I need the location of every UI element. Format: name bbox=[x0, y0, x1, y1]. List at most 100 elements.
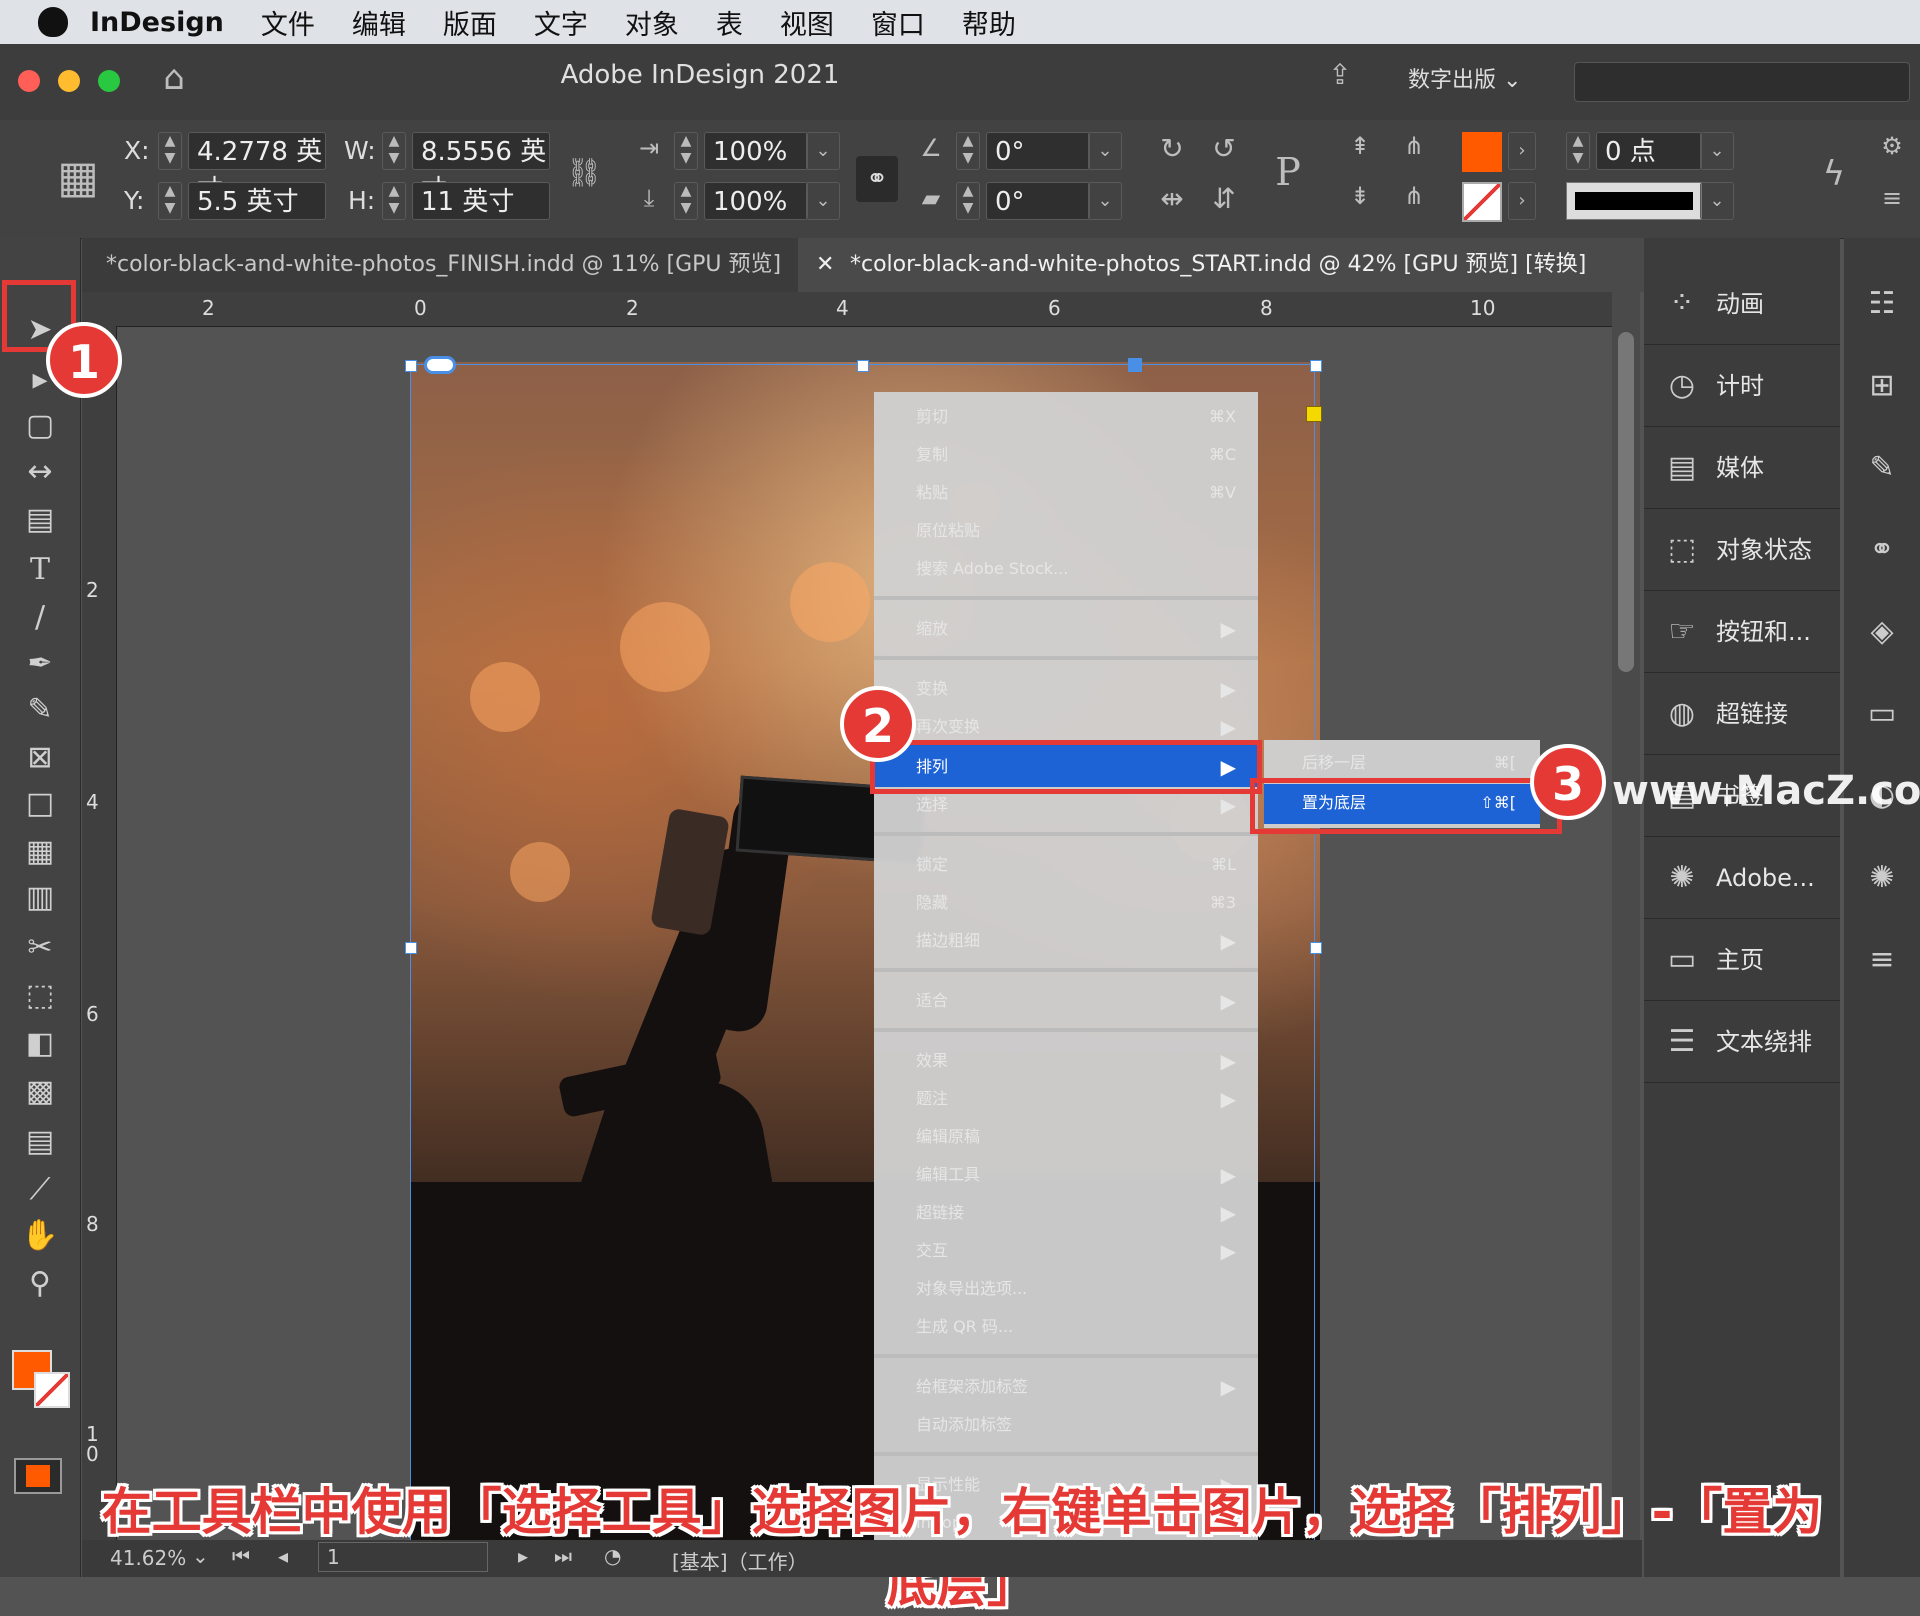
close-tab-icon[interactable]: ✕ bbox=[816, 238, 834, 292]
menu-window[interactable]: 窗口 bbox=[871, 3, 925, 42]
panel-hyperlinks[interactable]: ◍ 超链接 bbox=[1644, 674, 1840, 755]
menu-table[interactable]: 表 bbox=[716, 3, 743, 42]
link-scale-icon[interactable]: ⚭ bbox=[856, 156, 898, 202]
note-tool-icon[interactable]: ▤ bbox=[18, 1122, 62, 1162]
select-next-icon[interactable]: ⋔ bbox=[1394, 182, 1434, 210]
scale-y-field[interactable]: 100% bbox=[704, 182, 808, 220]
eyedropper-tool-icon[interactable]: ⟋ bbox=[18, 1170, 62, 1210]
menu-item-transform[interactable]: 变换 ▶ bbox=[916, 670, 1236, 708]
search-input[interactable] bbox=[1574, 62, 1910, 102]
resize-handle[interactable] bbox=[1310, 942, 1322, 954]
menu-type[interactable]: 文字 bbox=[534, 3, 588, 42]
stroke-type-dropdown[interactable]: ⌄ bbox=[1700, 182, 1734, 220]
live-corner-handle[interactable] bbox=[1306, 406, 1322, 422]
menu-layout[interactable]: 版面 bbox=[443, 3, 497, 42]
previous-page-icon[interactable]: ◂ bbox=[278, 1544, 288, 1568]
scale-y-stepper[interactable]: ▲ ▼ bbox=[674, 182, 698, 220]
hand-tool-icon[interactable]: ✋ bbox=[18, 1216, 62, 1256]
menu-item-object-export-options[interactable]: 对象导出选项... bbox=[916, 1270, 1236, 1308]
preflight-profile[interactable]: [基本]（工作） bbox=[672, 1546, 808, 1575]
menu-item-edit-original[interactable]: 编辑原稿 bbox=[916, 1118, 1236, 1156]
menu-item-fitting[interactable]: 适合 ▶ bbox=[916, 982, 1236, 1020]
panel-timing[interactable]: ◷ 计时 bbox=[1644, 346, 1840, 427]
menu-help[interactable]: 帮助 bbox=[962, 3, 1016, 42]
gap-tool-icon[interactable]: ↔ bbox=[18, 452, 62, 492]
workspace-switcher[interactable]: 数字出版 ⌄ bbox=[1408, 62, 1521, 94]
shear-dropdown[interactable]: ⌄ bbox=[1088, 182, 1122, 220]
resize-handle[interactable] bbox=[1310, 360, 1322, 372]
page-number-field[interactable]: 1 bbox=[318, 1542, 488, 1572]
select-container-icon[interactable]: ⇞ bbox=[1340, 132, 1380, 160]
links-icon[interactable]: ⚭ bbox=[1862, 530, 1902, 570]
free-transform-tool-icon[interactable]: ⬚ bbox=[18, 976, 62, 1016]
gradient-swatch-tool-icon[interactable]: ◧ bbox=[18, 1024, 62, 1064]
stroke-icon[interactable]: ≡ bbox=[1862, 940, 1902, 980]
menu-item-paste-in-place[interactable]: 原位粘贴 bbox=[916, 512, 1236, 550]
fill-swatch[interactable] bbox=[1462, 132, 1502, 172]
pencil-tool-icon[interactable]: ✎ bbox=[18, 690, 62, 730]
stroke-weight-field[interactable]: 0 点 bbox=[1596, 132, 1702, 170]
type-tool-icon[interactable]: T bbox=[18, 550, 62, 590]
panel-media[interactable]: ▤ 媒体 bbox=[1644, 428, 1840, 509]
constrain-proportions-icon[interactable]: ⛓ bbox=[566, 156, 602, 189]
reference-point-icon[interactable]: ▦ bbox=[50, 150, 106, 206]
fill-dropdown-icon[interactable]: › bbox=[1508, 132, 1536, 170]
shear-stepper[interactable]: ▲ ▼ bbox=[956, 182, 980, 220]
menu-file[interactable]: 文件 bbox=[261, 3, 315, 42]
panel-adobe-color[interactable]: ✺ Adobe... bbox=[1644, 838, 1840, 919]
pen-tool-icon[interactable]: ✒ bbox=[18, 644, 62, 684]
swatches-icon[interactable]: ✺ bbox=[1862, 858, 1902, 898]
stroke-weight-dropdown[interactable]: ⌄ bbox=[1700, 132, 1734, 170]
resize-handle[interactable] bbox=[405, 942, 417, 954]
select-content-icon[interactable]: ⇟ bbox=[1340, 182, 1380, 210]
panel-buttons-forms[interactable]: ☞ 按钮和... bbox=[1644, 592, 1840, 673]
menu-item-tag-frame[interactable]: 给框架添加标签 ▶ bbox=[916, 1368, 1236, 1406]
menu-item-cut[interactable]: 剪切 ⌘X bbox=[916, 398, 1236, 436]
y-stepper[interactable]: ▲ ▼ bbox=[158, 182, 182, 220]
menu-view[interactable]: 视图 bbox=[780, 3, 834, 42]
zoom-dropdown-icon[interactable]: ⌄ bbox=[192, 1544, 209, 1568]
menu-item-paste[interactable]: 粘贴 ⌘V bbox=[916, 474, 1236, 512]
content-grabber[interactable] bbox=[1128, 358, 1142, 372]
stroke-type-select[interactable] bbox=[1566, 182, 1702, 220]
x-stepper[interactable]: ▲ ▼ bbox=[158, 132, 182, 170]
link-badge-icon[interactable] bbox=[424, 356, 456, 374]
select-previous-icon[interactable]: ⋔ bbox=[1394, 132, 1434, 160]
page-tool-icon[interactable]: ▢ bbox=[18, 406, 62, 446]
w-field[interactable]: 8.5556 英寸 bbox=[412, 132, 550, 205]
menu-item-captions[interactable]: 题注 ▶ bbox=[916, 1080, 1236, 1118]
cc-libraries-icon[interactable]: ⊞ bbox=[1862, 366, 1902, 406]
table-tool-icon[interactable]: ▦ bbox=[18, 832, 62, 872]
flip-horizontal-icon[interactable]: ⇹ bbox=[1152, 182, 1192, 215]
panel-menu-icon[interactable]: ≡ bbox=[1872, 184, 1912, 212]
next-page-icon[interactable]: ▸ bbox=[518, 1544, 528, 1568]
x-field[interactable]: 4.2778 英寸 bbox=[188, 132, 326, 205]
zoom-level[interactable]: 41.62% bbox=[110, 1546, 186, 1570]
quick-apply-icon[interactable]: ϟ bbox=[1814, 154, 1854, 194]
preflight-icon[interactable]: ◔ bbox=[604, 1544, 621, 1568]
first-page-icon[interactable]: ⏮ bbox=[232, 1544, 250, 1568]
panel-object-states[interactable]: ⬚ 对象状态 bbox=[1644, 510, 1840, 591]
gradient-icon[interactable]: ▭ bbox=[1862, 694, 1902, 734]
menu-item-interactive[interactable]: 交互 ▶ bbox=[916, 1232, 1236, 1270]
resize-handle[interactable] bbox=[405, 360, 417, 372]
properties-icon[interactable]: ☷ bbox=[1862, 284, 1902, 324]
menu-item-hide[interactable]: 隐藏 ⌘3 bbox=[916, 884, 1236, 922]
last-page-icon[interactable]: ⏭ bbox=[554, 1544, 572, 1568]
menu-item-effects[interactable]: 效果 ▶ bbox=[916, 1042, 1236, 1080]
panel-text-wrap[interactable]: ☰ 文本绕排 bbox=[1644, 1002, 1840, 1083]
stroke-swatch[interactable] bbox=[1462, 182, 1502, 222]
menu-item-edit-with[interactable]: 编辑工具 ▶ bbox=[916, 1156, 1236, 1194]
panel-animation[interactable]: ⁘ 动画 bbox=[1644, 264, 1840, 345]
h-field[interactable]: 11 英寸 bbox=[412, 182, 550, 220]
rotate-stepper[interactable]: ▲ ▼ bbox=[956, 132, 980, 170]
scissors-tool-icon[interactable]: ✂ bbox=[18, 928, 62, 968]
panel-pages[interactable]: ▭ 主页 bbox=[1644, 920, 1840, 1001]
scale-y-dropdown[interactable]: ⌄ bbox=[806, 182, 840, 220]
grid-tool-icon[interactable]: ▥ bbox=[18, 878, 62, 918]
edit-icon[interactable]: ✎ bbox=[1862, 448, 1902, 488]
scale-x-dropdown[interactable]: ⌄ bbox=[806, 132, 840, 170]
gear-icon[interactable]: ⚙ bbox=[1872, 132, 1912, 160]
rectangle-frame-tool-icon[interactable]: ⊠ bbox=[18, 738, 62, 778]
scale-x-field[interactable]: 100% bbox=[704, 132, 808, 170]
